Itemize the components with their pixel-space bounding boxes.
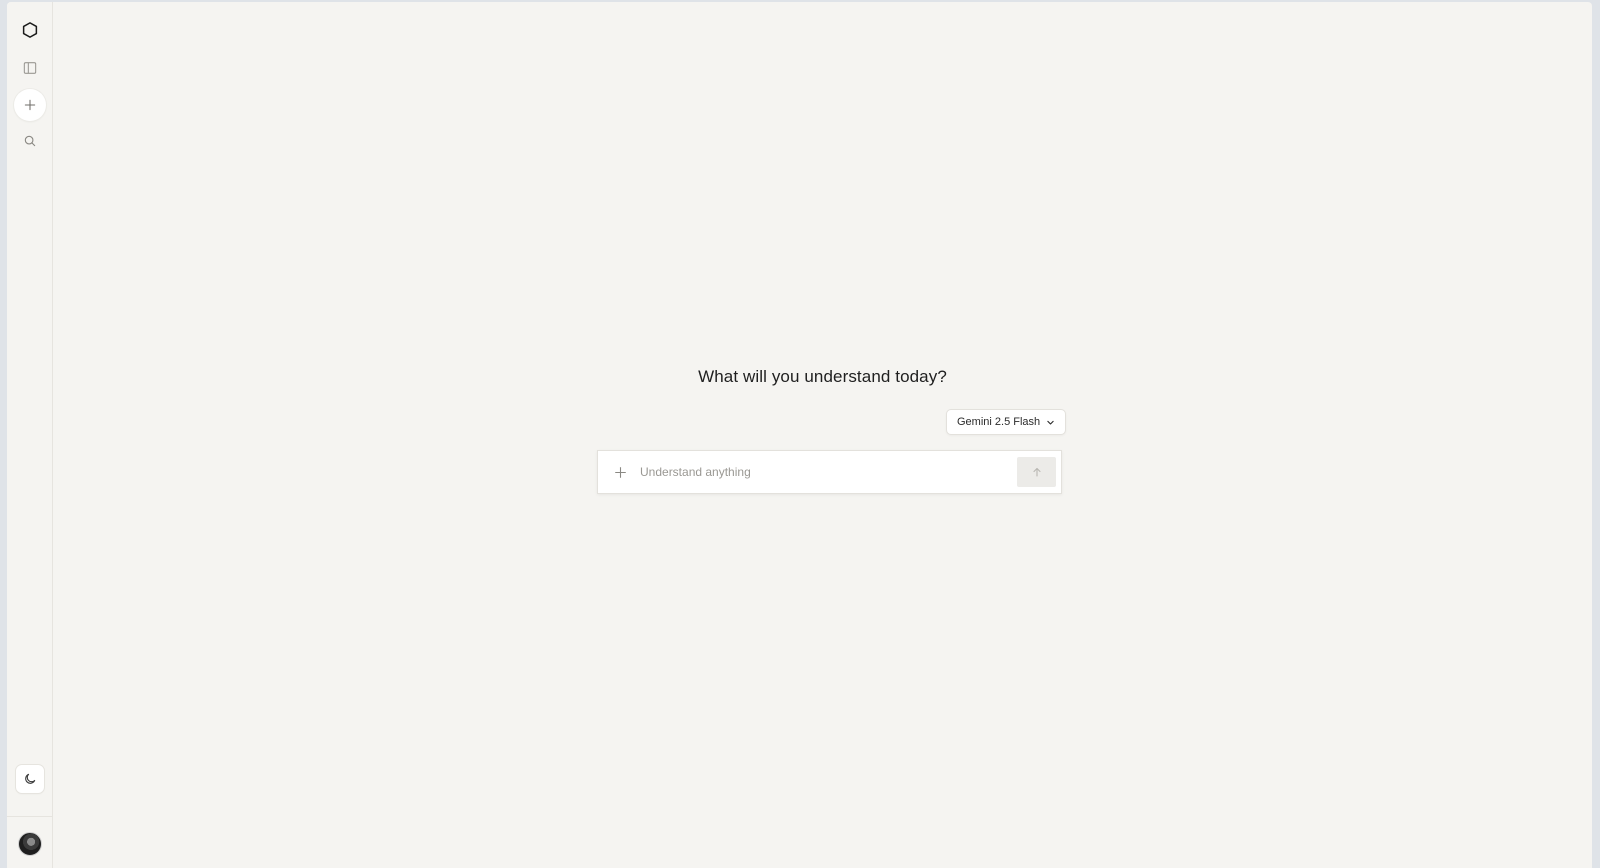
plus-icon — [24, 99, 36, 111]
moon-icon — [25, 773, 36, 784]
user-avatar[interactable] — [18, 832, 42, 856]
search-button[interactable] — [14, 125, 46, 157]
sidebar-divider — [7, 816, 52, 817]
page-headline: What will you understand today? — [698, 367, 947, 386]
arrow-up-icon — [1032, 467, 1041, 477]
model-selector-dropdown[interactable]: Gemini 2.5 Flash — [946, 409, 1067, 435]
toggle-sidebar-button[interactable] — [14, 52, 46, 84]
send-button[interactable] — [1017, 457, 1056, 487]
plus-icon — [614, 466, 626, 478]
chevron-down-icon — [1047, 420, 1054, 425]
prompt-composer — [597, 450, 1062, 494]
theme-toggle-button[interactable] — [16, 765, 44, 793]
new-chat-button[interactable] — [14, 89, 46, 121]
sidebar — [7, 2, 53, 868]
sidebar-panel-icon — [23, 62, 37, 74]
attach-button[interactable] — [610, 462, 630, 482]
app-logo-button[interactable] — [14, 14, 46, 46]
hexagon-icon — [22, 22, 38, 38]
prompt-input[interactable] — [640, 459, 1000, 485]
main-content: What will you understand today? Gemini 2… — [53, 2, 1592, 868]
model-selector-label: Gemini 2.5 Flash — [957, 416, 1041, 428]
app-window: What will you understand today? Gemini 2… — [7, 2, 1592, 868]
search-icon — [24, 135, 36, 147]
